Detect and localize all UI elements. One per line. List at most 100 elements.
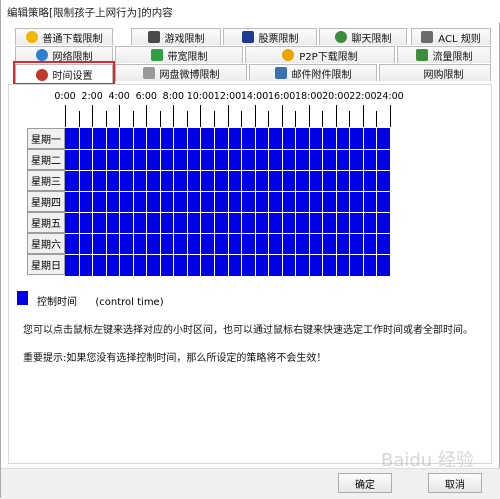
tab-stock-limit[interactable]: 股票限制 — [223, 28, 317, 45]
hour-tick — [227, 105, 229, 127]
hour-tick — [132, 111, 134, 127]
ok-button[interactable]: 确定 — [338, 473, 392, 493]
hour-tick — [186, 111, 188, 127]
day-label[interactable]: 星期二 — [27, 149, 65, 170]
hour-label: 18:00 — [295, 91, 323, 102]
stock-icon — [241, 31, 254, 43]
tab-row-1: 普通下载限制 游戏限制 股票限制 聊天限制 ACL 规则 — [1, 28, 500, 45]
tab-cloud-weibo-limit[interactable]: 网盘微博限制 — [115, 64, 247, 81]
day-divider — [65, 233, 390, 234]
hour-label: 8:00 — [162, 91, 184, 102]
hour-label: 16:00 — [267, 91, 296, 102]
hour-tick — [241, 111, 243, 127]
tab-label: 流量限制 — [432, 51, 473, 63]
hour-label: 2:00 — [81, 91, 103, 102]
tab-network-limit[interactable]: 网络限制 — [15, 46, 113, 63]
hour-tick — [268, 111, 270, 127]
legend-english: (control time) — [95, 297, 164, 308]
hour-ticks — [65, 105, 391, 127]
hour-tick — [78, 111, 80, 127]
hour-tick — [335, 105, 337, 127]
schedule-cells[interactable] — [65, 128, 390, 276]
hour-tick — [65, 105, 66, 127]
tab-label: 聊天限制 — [351, 33, 392, 45]
button-bar — [1, 468, 500, 499]
hour-tick — [254, 105, 256, 127]
tab-shopping-limit[interactable]: 网购限制 — [379, 64, 491, 81]
cloud-icon — [142, 67, 155, 79]
hour-tick — [173, 105, 175, 127]
hour-tick — [92, 105, 94, 127]
tab-p2p-limit[interactable]: P2P下载限制 — [245, 46, 395, 63]
tab-label: 网络限制 — [52, 51, 93, 63]
tab-label: ACL 规则 — [438, 33, 481, 45]
tab-row-2: 网络限制 带宽限制 P2P下载限制 流量限制 — [1, 46, 500, 63]
day-divider — [65, 254, 390, 255]
day-divider — [65, 149, 390, 150]
acl-icon — [421, 31, 434, 43]
tab-label: 普通下载限制 — [42, 33, 103, 45]
game-icon — [147, 31, 160, 43]
hour-tick — [159, 111, 161, 127]
bandwidth-icon — [150, 49, 163, 61]
legend: 控制时间 (control time) — [37, 293, 164, 308]
network-icon — [35, 49, 48, 61]
day-label[interactable]: 星期三 — [27, 170, 65, 191]
hour-label: 20:00 — [322, 91, 350, 102]
policy-editor-window: 编辑策略[限制孩子上网行为]的内容 普通下载限制 游戏限制 股票限制 聊天限制 … — [0, 0, 500, 499]
hour-label: 22:00 — [349, 91, 377, 102]
day-label[interactable]: 星期五 — [27, 212, 65, 233]
day-divider — [65, 191, 390, 192]
tab-label: 时间设置 — [52, 71, 93, 82]
tab-time-settings[interactable]: 时间设置 — [15, 64, 113, 84]
tab-traffic-limit[interactable]: 流量限制 — [397, 46, 491, 63]
hour-tick — [308, 105, 310, 127]
hour-tick — [362, 105, 364, 127]
day-divider — [65, 170, 390, 171]
day-divider — [65, 212, 390, 213]
hour-labels: 0:00 2:00 4:00 6:00 8:00 10:00 12:00 14:00 16:00… — [54, 91, 407, 105]
tab-normal-download[interactable]: 普通下载限制 — [15, 28, 113, 45]
tab-mail-attachment-limit[interactable]: 邮件附件限制 — [249, 64, 377, 81]
hour-tick — [146, 105, 148, 127]
day-label[interactable]: 星期一 — [27, 128, 65, 149]
hour-label: 24:00 — [376, 91, 404, 102]
info-text: 您可以点击鼠标左键来选择对应的小时区间，也可以通过鼠标右键来快速选定工作时间或者… — [23, 325, 473, 336]
title-bar: 编辑策略[限制孩子上网行为]的内容 — [1, 0, 500, 22]
legend-swatch — [17, 291, 28, 305]
tab-label: 网购限制 — [423, 69, 464, 81]
hour-tick — [376, 111, 378, 127]
tab-label: P2P下载限制 — [299, 51, 358, 63]
cancel-button[interactable]: 取消 — [428, 473, 482, 493]
day-label[interactable]: 星期六 — [27, 233, 65, 254]
mail-icon — [274, 67, 287, 79]
tab-row-3: 时间设置 网盘微博限制 邮件附件限制 网购限制 — [1, 64, 500, 84]
hour-tick — [295, 111, 297, 127]
clock-icon — [35, 68, 48, 81]
traffic-icon — [415, 49, 428, 61]
hour-label: 0:00 — [54, 91, 76, 102]
tab-chat-limit[interactable]: 聊天限制 — [319, 28, 407, 45]
tab-label: 邮件附件限制 — [291, 69, 352, 81]
schedule-grid: 星期一 星期二 星期三 星期四 星期五 星期六 星期日 — [27, 128, 391, 276]
tab-acl-rules[interactable]: ACL 规则 — [411, 28, 491, 45]
hour-label: 4:00 — [108, 91, 130, 102]
day-label[interactable]: 星期日 — [27, 254, 65, 275]
hour-tick — [349, 111, 351, 127]
hour-tick — [105, 111, 107, 127]
tab-label: 带宽限制 — [167, 51, 208, 63]
day-label[interactable]: 星期四 — [27, 191, 65, 212]
hour-tick — [390, 105, 391, 127]
tab-label: 网盘微博限制 — [159, 69, 220, 81]
download-icon — [25, 31, 38, 43]
tab-game-limit[interactable]: 游戏限制 — [131, 28, 221, 45]
tab-label: 股票限制 — [258, 33, 299, 45]
hour-tick — [119, 105, 121, 127]
hour-tick — [200, 105, 202, 127]
hour-label: 12:00 — [213, 91, 242, 102]
chat-icon — [334, 31, 347, 43]
tab-bandwidth-limit[interactable]: 带宽限制 — [115, 46, 243, 63]
tab-label: 游戏限制 — [164, 33, 205, 45]
window-title: 编辑策略[限制孩子上网行为]的内容 — [7, 7, 173, 19]
warning-text: 重要提示:如果您没有选择控制时间，那么所设定的策略将不会生效！ — [23, 353, 327, 364]
